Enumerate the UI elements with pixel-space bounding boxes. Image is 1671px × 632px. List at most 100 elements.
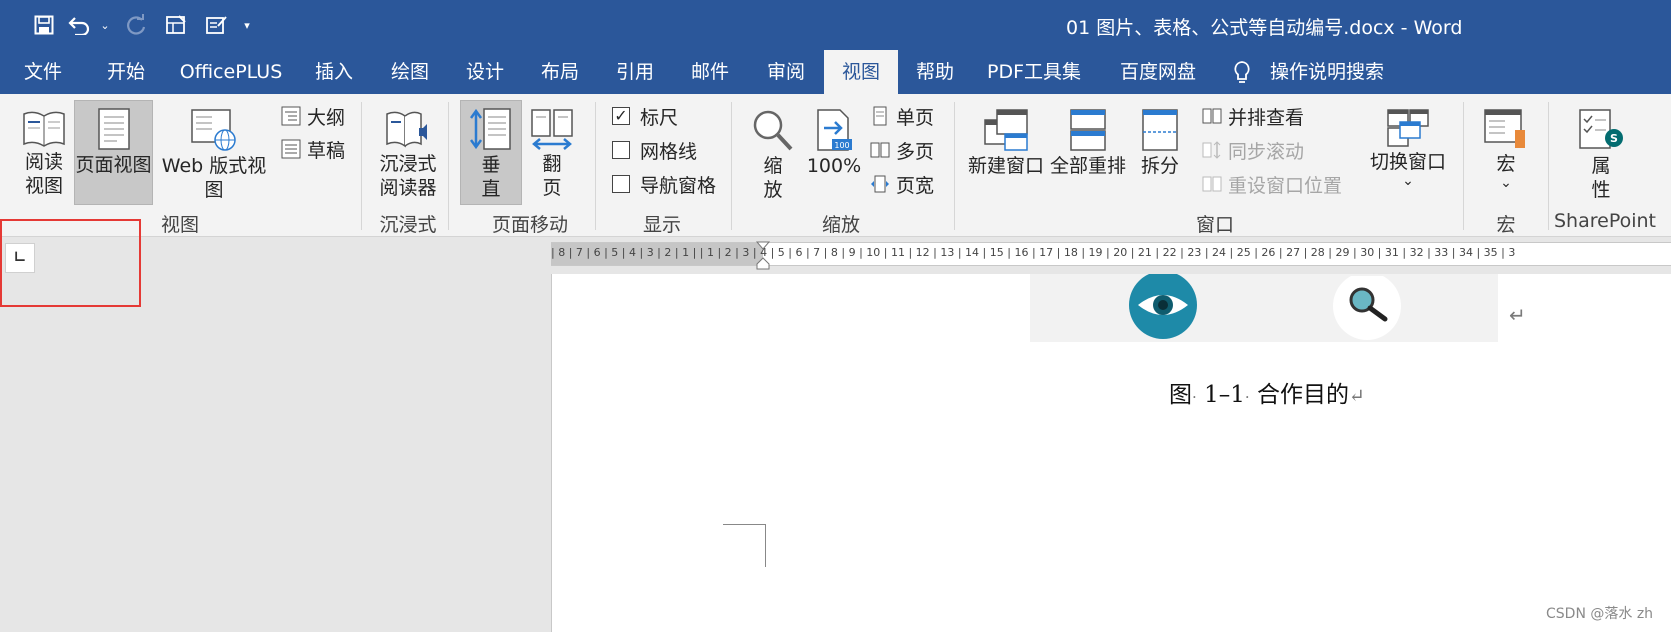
customize-qat-icon[interactable]: ▾ — [236, 10, 258, 40]
group-separator — [1548, 102, 1549, 230]
tab-pdf-tools[interactable]: PDF工具集 — [972, 50, 1096, 94]
save-icon[interactable] — [24, 10, 64, 40]
read-mode-button[interactable]: 阅读 视图 — [14, 102, 74, 200]
print-layout-button[interactable]: 页面视图 — [74, 100, 153, 205]
tell-me-search[interactable]: 操作说明搜索 — [1262, 50, 1392, 94]
switch-windows-button[interactable]: 切换窗口 ⌄ — [1368, 102, 1448, 200]
tab-officeplus[interactable]: OfficePLUS — [166, 50, 296, 94]
caption-return-mark: ↵ — [1348, 385, 1365, 407]
group-separator — [1463, 102, 1464, 230]
vertical-scroll-icon — [470, 108, 511, 150]
window-group-label: 窗口 — [1195, 214, 1234, 236]
properties-label-2: 性 — [1591, 179, 1611, 201]
zoom-100-button[interactable]: 100 100% — [806, 102, 862, 200]
tab-design[interactable]: 设计 — [448, 50, 522, 94]
macros-button[interactable]: 宏 ⌄ — [1476, 102, 1536, 200]
caption-space-dot-2: · — [1244, 388, 1250, 406]
side-to-side-button[interactable]: 翻 页 — [524, 102, 580, 200]
group-separator — [731, 102, 732, 230]
one-page-button[interactable]: 单页 — [870, 102, 934, 130]
tab-references[interactable]: 引用 — [598, 50, 672, 94]
zoom-group-label: 缩放 — [821, 214, 860, 236]
redo-icon — [116, 10, 156, 40]
paragraph-mark: ↵ — [1509, 303, 1526, 327]
immersive-reader-label-2: 阅读器 — [379, 177, 437, 199]
read-mode-icon — [23, 111, 65, 147]
new-window-button[interactable]: 新建窗口 — [966, 102, 1046, 200]
macros-icon — [1484, 109, 1525, 148]
arrange-all-icon — [1070, 109, 1106, 151]
horizontal-ruler[interactable]: | 8 | 7 | 6 | 5 | 4 | 3 | 2 | 1 | | 1 | … — [551, 241, 1671, 270]
outline-button[interactable]: 大纲 — [281, 102, 345, 130]
page-movement-group-label: 页面移动 — [491, 214, 568, 236]
ruler-checkbox[interactable]: ✓ 标尺 — [612, 102, 678, 130]
nav-pane-check-icon — [612, 175, 630, 193]
draft-button[interactable]: 草稿 — [281, 135, 345, 163]
ruler-ticks: | 8 | 7 | 6 | 5 | 4 | 3 | 2 | 1 | | 1 | … — [551, 246, 1516, 259]
immersive-reader-icon — [386, 111, 427, 148]
caption-text: 合作目的 — [1256, 382, 1349, 408]
ruler-label: 标尺 — [640, 106, 679, 129]
macros-group-label: 宏 — [1496, 214, 1516, 236]
ribbon-tabs: 文件 开始 OfficePLUS 插入 绘图 设计 布局 引用 邮件 审阅 视图… — [0, 50, 1671, 94]
indent-marker-icon[interactable] — [755, 240, 771, 270]
read-mode-label: 阅读 — [24, 151, 63, 173]
form-edit-icon[interactable] — [196, 10, 236, 40]
undo-icon[interactable] — [64, 10, 94, 40]
tab-insert[interactable]: 插入 — [296, 50, 372, 94]
immersive-reader-button[interactable]: 沉浸式 阅读器 — [374, 102, 442, 200]
vertical-button[interactable]: 垂 直 — [460, 100, 522, 205]
zoom-button[interactable]: 缩 放 — [745, 102, 801, 201]
figure-caption[interactable]: 图· 1–1· 合作目的↵ — [1169, 375, 1365, 409]
draft-icon — [281, 139, 301, 159]
zoom-label-2: 放 — [763, 179, 783, 201]
web-layout-button[interactable]: Web 版式视图 — [153, 102, 275, 201]
hundred-percent-icon: 100 — [817, 109, 852, 151]
gridlines-check-icon — [612, 141, 630, 159]
split-button[interactable]: 拆分 — [1132, 102, 1188, 200]
table-layout-icon[interactable] — [156, 10, 196, 40]
print-layout-icon — [97, 108, 130, 150]
split-label: 拆分 — [1140, 155, 1179, 177]
document-page[interactable]: ↵ 图· 1–1· 合作目的↵ — [551, 274, 1671, 632]
navigation-pane-checkbox[interactable]: 导航窗格 — [612, 170, 716, 198]
tab-review[interactable]: 审阅 — [748, 50, 824, 94]
immersive-group-label: 沉浸式 — [379, 214, 437, 236]
sharepoint-group-label: SharePoint — [1553, 210, 1656, 232]
lightbulb-icon — [1234, 61, 1250, 83]
multiple-pages-button[interactable]: 多页 — [870, 136, 934, 164]
page-width-label: 页宽 — [896, 174, 935, 197]
tab-mailings[interactable]: 邮件 — [672, 50, 748, 94]
arrange-all-button[interactable]: 全部重排 — [1048, 102, 1128, 200]
tab-file[interactable]: 文件 — [0, 50, 86, 94]
properties-button[interactable]: S 属 性 — [1570, 102, 1632, 201]
undo-dropdown-icon[interactable]: ⌄ — [94, 10, 116, 40]
side-to-side-icon — [531, 109, 573, 150]
tab-home[interactable]: 开始 — [86, 50, 166, 94]
outline-icon — [281, 106, 301, 126]
page-width-button[interactable]: 页宽 — [870, 170, 934, 198]
view-side-by-side-button[interactable]: 并排查看 — [1202, 102, 1304, 130]
tab-view[interactable]: 视图 — [824, 50, 898, 94]
tab-baidu-netdisk[interactable]: 百度网盘 — [1096, 50, 1220, 94]
group-separator — [954, 102, 955, 230]
outline-label: 大纲 — [307, 106, 346, 129]
vertical-label-2: 直 — [481, 178, 501, 200]
magnifier-icon — [753, 110, 793, 151]
sync-scroll-icon — [1202, 141, 1221, 159]
caption-prefix: 图 — [1169, 382, 1192, 408]
new-window-icon — [984, 109, 1028, 151]
vertical-label: 垂 — [481, 154, 501, 176]
quick-access-toolbar: ⌄ ▾ — [24, 10, 258, 40]
split-window-icon — [1142, 109, 1178, 151]
ribbon: 阅读 视图 页面视图 Web 版式视图 大纲 草稿 视图 沉浸式 阅读器 沉浸式… — [0, 94, 1671, 237]
reset-position-label: 重设窗口位置 — [1228, 174, 1343, 197]
title-bar: ⌄ ▾ 01 图片、表格、公式等自动编号.docx - Word — [0, 0, 1671, 50]
crop-mark — [723, 524, 766, 567]
figure-image — [1030, 274, 1498, 342]
side-by-side-label: 并排查看 — [1228, 106, 1305, 129]
tab-draw[interactable]: 绘图 — [372, 50, 448, 94]
gridlines-checkbox[interactable]: 网格线 — [612, 136, 697, 164]
tab-help[interactable]: 帮助 — [898, 50, 972, 94]
tab-layout[interactable]: 布局 — [522, 50, 598, 94]
